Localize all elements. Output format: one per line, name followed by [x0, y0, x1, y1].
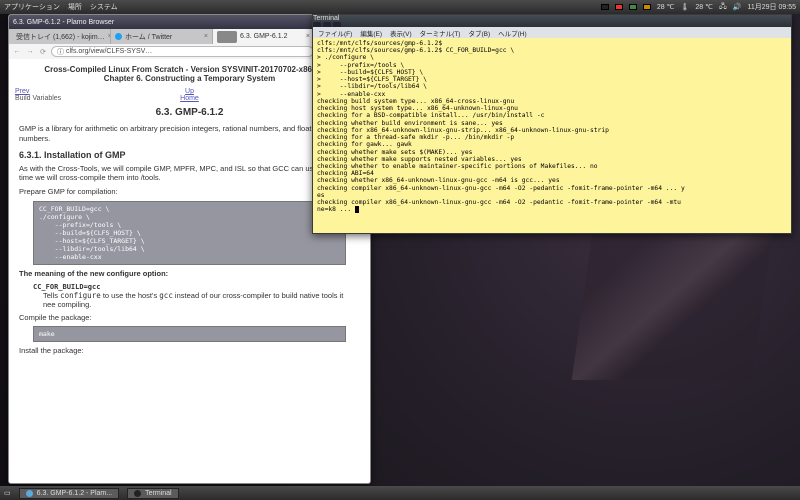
menu-help[interactable]: ヘルプ(H)	[498, 28, 527, 38]
doc-series-line2: Chapter 6. Constructing a Temporary Syst…	[19, 74, 360, 83]
intro-paragraph: GMP is a library for arithmetic on arbit…	[19, 124, 360, 144]
tray-temp-2: 28 ℃	[695, 3, 713, 11]
option-definition: CC_FOR_BUILD=gcc Tells configure to use …	[33, 283, 346, 309]
tray-temp-1: 28 ℃	[657, 3, 675, 11]
browser-taskbar-icon	[26, 490, 33, 497]
taskbar-label: 6.3. GMP-6.1.2 - Plam...	[37, 490, 112, 497]
tab-gmail[interactable]: 受信トレイ (1,662) - kojim… ×	[9, 29, 111, 44]
address-bar[interactable]: ⓘ clfs.org/view/CLFS-SYSV…	[51, 46, 314, 57]
nav-home-link[interactable]: Home	[131, 95, 247, 102]
twitter-favicon-icon	[115, 33, 122, 40]
system-tray: 28 ℃ 🌡 28 ℃ 🖧 🔊 11月29日 09:55	[601, 2, 796, 13]
volume-icon[interactable]: 🔊	[733, 3, 742, 11]
browser-window-title: 6.3. GMP-6.1.2 - Plamo Browser	[13, 19, 114, 26]
menu-view[interactable]: 表示(V)	[390, 28, 412, 38]
panel-menu-system[interactable]: システム	[90, 2, 118, 12]
tab-label: 受信トレイ (1,662) - kojim…	[16, 32, 105, 42]
menu-edit[interactable]: 編集(E)	[360, 28, 382, 38]
lock-icon: ⓘ	[57, 47, 64, 57]
network-icon[interactable]: 🖧	[719, 2, 727, 13]
thermometer-icon: 🌡	[680, 3, 689, 11]
back-button[interactable]: ←	[12, 48, 22, 55]
options-intro: The meaning of the new configure option:	[19, 269, 360, 279]
paragraph: As with the Cross-Tools, we will compile…	[19, 164, 360, 184]
taskbar-label: Terminal	[145, 490, 171, 497]
bottom-panel: ▭ 6.3. GMP-6.1.2 - Plam... Terminal	[0, 486, 800, 500]
forward-button[interactable]: →	[25, 48, 35, 55]
code-block-configure: CC_FOR_BUILD=gcc \ ./configure \ --prefi…	[33, 201, 346, 265]
paragraph: Prepare GMP for compilation:	[19, 187, 360, 197]
taskbar-item-browser[interactable]: 6.3. GMP-6.1.2 - Plam...	[19, 488, 119, 499]
tray-indicator-green[interactable]	[629, 4, 637, 10]
menu-terminal[interactable]: ターミナル(T)	[420, 28, 461, 38]
terminal-taskbar-icon	[134, 490, 141, 497]
terminal-titlebar[interactable]: Terminal	[313, 15, 791, 27]
menu-tabs[interactable]: タブ(B)	[468, 28, 490, 38]
terminal-menubar: ファイル(F) 編集(E) 表示(V) ターミナル(T) タブ(B) ヘルプ(H…	[313, 27, 791, 38]
panel-menu-apps[interactable]: アプリケーション	[4, 2, 60, 12]
section-title: 6.3. GMP-6.1.2	[19, 107, 360, 118]
page-favicon-icon	[217, 31, 237, 43]
paragraph: Compile the package:	[19, 313, 360, 323]
terminal-output: clfs:/mnt/clfs/sources/gmp-6.1.2$ clfs:/…	[317, 40, 685, 213]
terminal-window: Terminal ファイル(F) 編集(E) 表示(V) ターミナル(T) タブ…	[312, 14, 792, 234]
show-desktop-icon[interactable]: ▭	[4, 489, 11, 497]
tab-label: 6.3. GMP-6.1.2	[240, 33, 287, 40]
reload-button[interactable]: ⟳	[38, 48, 48, 56]
menu-file[interactable]: ファイル(F)	[318, 28, 352, 38]
tab-close-icon[interactable]: ×	[204, 33, 208, 40]
paragraph: Install the package:	[19, 346, 360, 356]
nav-prev-link[interactable]: Prev	[15, 88, 131, 95]
nav-up-link[interactable]: Up	[131, 88, 247, 95]
taskbar-item-terminal[interactable]: Terminal	[127, 488, 178, 499]
nav-prev-label: Build Variables	[15, 95, 61, 102]
tab-label: ホーム / Twitter	[125, 32, 172, 42]
tray-clock[interactable]: 11月29日 09:55	[747, 2, 796, 12]
tab-twitter[interactable]: ホーム / Twitter ×	[111, 29, 213, 44]
code-block-make: make	[33, 326, 346, 342]
subsection-title: 6.3.1. Installation of GMP	[19, 150, 360, 160]
top-panel: アプリケーション 場所 システム 28 ℃ 🌡 28 ℃ 🖧 🔊 11月29日 …	[0, 0, 800, 14]
tray-indicator-red[interactable]	[615, 4, 623, 10]
tray-indicator[interactable]	[601, 4, 609, 10]
tab-clfs[interactable]: 6.3. GMP-6.1.2 ×	[213, 29, 315, 44]
url-text: clfs.org/view/CLFS-SYSV…	[66, 48, 152, 55]
option-term: CC_FOR_BUILD=gcc	[33, 283, 346, 291]
option-description: Tells configure to use the host's gcc in…	[43, 291, 346, 309]
terminal-cursor-icon	[355, 206, 359, 213]
terminal-screen[interactable]: clfs:/mnt/clfs/sources/gmp-6.1.2$ clfs:/…	[313, 38, 791, 233]
panel-menu-places[interactable]: 場所	[68, 2, 82, 12]
tray-indicator-orange[interactable]	[643, 4, 651, 10]
doc-series-line1: Cross-Compiled Linux From Scratch - Vers…	[19, 65, 360, 74]
tab-close-icon[interactable]: ×	[306, 33, 310, 40]
terminal-window-title: Terminal	[313, 15, 339, 22]
